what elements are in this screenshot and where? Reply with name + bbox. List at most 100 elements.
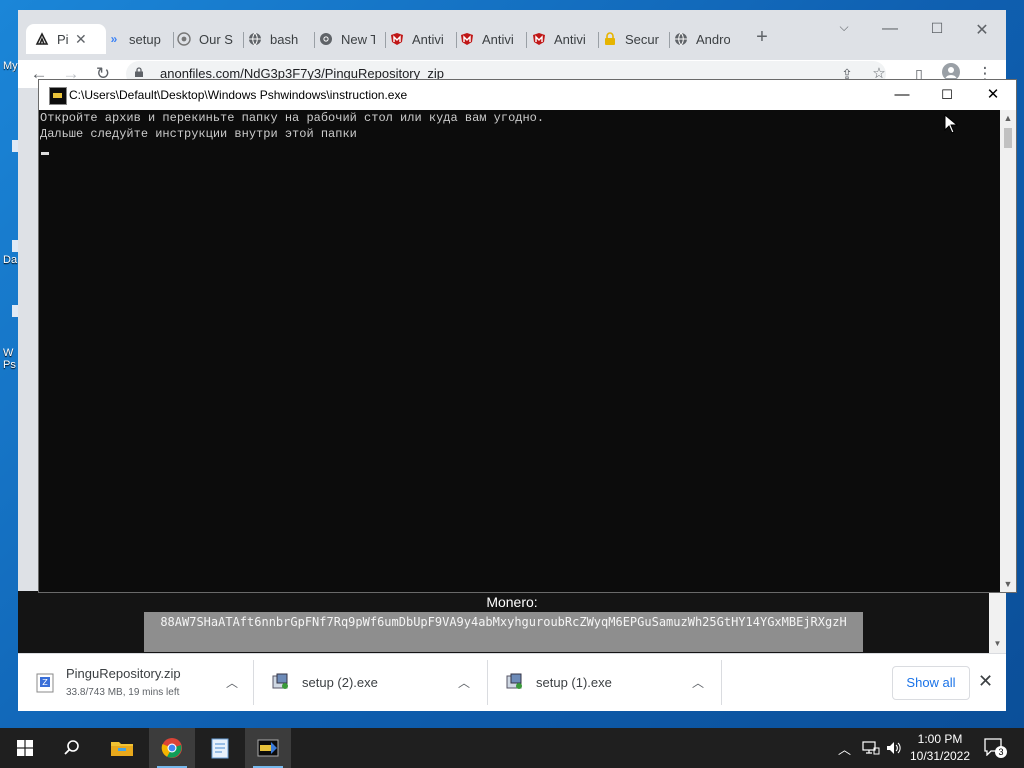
close-downloads-bar-icon[interactable]: ✕ bbox=[978, 671, 993, 692]
chevron-up-icon[interactable]: ︿ bbox=[692, 674, 704, 691]
console-title: C:\Users\Default\Desktop\Windows Pshwind… bbox=[69, 88, 408, 102]
desktop-icon-label: Da bbox=[3, 254, 18, 266]
mcafee-icon bbox=[389, 31, 405, 47]
tab-our-s[interactable]: Our S bbox=[176, 24, 244, 54]
notepad-icon[interactable] bbox=[197, 728, 243, 768]
windows-start-icon[interactable] bbox=[2, 728, 48, 768]
tab-search-icon[interactable]: ⌵ bbox=[824, 20, 864, 35]
console-app-icon bbox=[49, 87, 67, 105]
console-titlebar[interactable]: C:\Users\Default\Desktop\Windows Pshwind… bbox=[39, 80, 1016, 110]
installer-icon bbox=[270, 672, 292, 694]
taskbar: ︿ 1:00 PM 10/31/2022 3 bbox=[0, 728, 1024, 768]
tab-title: Secur bbox=[625, 31, 659, 47]
minimize-button[interactable]: — bbox=[870, 20, 910, 38]
page-scrollbar[interactable]: ▼ bbox=[989, 591, 1006, 653]
scroll-thumb[interactable] bbox=[1004, 128, 1012, 148]
console-minimize-button[interactable]: — bbox=[882, 84, 922, 106]
desktop-icon-this-pc[interactable]: My bbox=[0, 58, 18, 72]
monero-label: Monero: bbox=[486, 594, 538, 610]
tab-title: Our S bbox=[199, 31, 233, 47]
console-line: Откройте архив и перекиньте папку на раб… bbox=[40, 111, 545, 125]
desktop-icon-label: W Ps bbox=[3, 347, 16, 371]
tab-antivirus-3[interactable]: Antivi bbox=[531, 24, 599, 54]
tab-separator bbox=[385, 32, 386, 48]
file-explorer-icon[interactable] bbox=[99, 728, 145, 768]
show-hidden-icons-chevron-icon[interactable]: ︿ bbox=[838, 728, 851, 768]
divider bbox=[721, 660, 722, 705]
tab-title: bash bbox=[270, 31, 299, 47]
monero-address[interactable]: 88AW7SHaATAft6nnbrGpFNf7Rq9pWf6umDbUpF9V… bbox=[144, 612, 863, 652]
text-cursor bbox=[41, 152, 49, 155]
network-icon[interactable] bbox=[862, 728, 880, 768]
desktop-icon-windows-pshwindows[interactable]: W Ps bbox=[0, 305, 20, 371]
download-filename: setup (1).exe bbox=[536, 675, 612, 690]
scroll-down-arrow-icon[interactable]: ▼ bbox=[989, 639, 1006, 653]
download-filename: PinguRepository.zip bbox=[66, 666, 181, 681]
file-hosting-icon bbox=[34, 31, 50, 47]
tab-anonfiles[interactable]: Pi ✕ bbox=[26, 24, 106, 54]
search-icon[interactable] bbox=[49, 728, 95, 768]
console-cursor-line bbox=[39, 142, 999, 160]
installer-icon bbox=[504, 672, 526, 694]
volume-icon[interactable] bbox=[886, 728, 902, 768]
desktop-icon-data[interactable]: Da bbox=[0, 240, 20, 266]
download-item[interactable]: setup (2).exe ︿ bbox=[254, 654, 488, 711]
download-item[interactable]: setup (1).exe ︿ bbox=[488, 654, 722, 711]
mcafee-icon bbox=[459, 31, 475, 47]
tab-antivirus-1[interactable]: Antivi bbox=[389, 24, 457, 54]
close-button[interactable]: ✕ bbox=[962, 20, 1002, 40]
chrome-taskbar-icon[interactable] bbox=[149, 728, 195, 768]
scroll-up-arrow-icon[interactable]: ▲ bbox=[1000, 110, 1016, 126]
download-status: 33.8/743 MB, 19 mins left bbox=[66, 687, 180, 698]
mcafee-icon bbox=[531, 31, 547, 47]
close-tab-icon[interactable]: ✕ bbox=[75, 31, 87, 48]
lock-icon bbox=[135, 67, 143, 77]
globe-icon bbox=[673, 31, 689, 47]
console-maximize-button[interactable]: ☐ bbox=[927, 84, 967, 106]
console-window: C:\Users\Default\Desktop\Windows Pshwind… bbox=[38, 79, 1017, 593]
tab-security[interactable]: Secur bbox=[602, 24, 670, 54]
console-line: Дальше следуйте инструкции внутри этой п… bbox=[40, 127, 357, 141]
tab-title: Antivi bbox=[412, 31, 444, 47]
console-taskbar-icon[interactable] bbox=[245, 728, 291, 768]
tab-title: setup bbox=[129, 31, 161, 47]
clock-time: 1:00 PM bbox=[917, 732, 963, 746]
zip-file-icon: Z bbox=[34, 672, 56, 694]
maximize-button[interactable]: ☐ bbox=[917, 20, 957, 37]
tab-bash[interactable]: bash bbox=[247, 24, 315, 54]
tab-android[interactable]: Andro bbox=[673, 24, 735, 54]
console-close-button[interactable]: ✕ bbox=[973, 84, 1013, 106]
clock-date: 10/31/2022 bbox=[909, 749, 971, 763]
chevron-up-icon[interactable]: ︿ bbox=[458, 674, 470, 691]
tab-separator bbox=[456, 32, 457, 48]
tab-new-tab[interactable]: New T bbox=[318, 24, 386, 54]
chevron-up-icon[interactable]: ︿ bbox=[226, 674, 238, 691]
download-item[interactable]: Z PinguRepository.zip 33.8/743 MB, 19 mi… bbox=[18, 654, 254, 711]
show-all-button[interactable]: Show all bbox=[892, 666, 970, 700]
lock-icon bbox=[602, 31, 618, 47]
svg-text:Z: Z bbox=[42, 678, 48, 687]
console-scrollbar[interactable]: ▲ ▼ bbox=[1000, 110, 1016, 592]
chrome-icon bbox=[318, 31, 334, 47]
tab-separator bbox=[598, 32, 599, 48]
tab-title: Antivi bbox=[482, 31, 514, 47]
tab-antivirus-2[interactable]: Antivi bbox=[459, 24, 527, 54]
desktop-icon-label: My bbox=[3, 60, 18, 72]
web-page-content: Monero: 88AW7SHaATAft6nnbrGpFNf7Rq9pWf6u… bbox=[18, 591, 1006, 653]
vscode-icon: » bbox=[110, 32, 118, 46]
download-filename: setup (2).exe bbox=[302, 675, 378, 690]
new-tab-button[interactable]: + bbox=[751, 26, 773, 49]
tab-title: Andro bbox=[696, 31, 730, 47]
downloads-bar: Z PinguRepository.zip 33.8/743 MB, 19 mi… bbox=[18, 653, 1006, 711]
globe-icon bbox=[176, 31, 192, 47]
tab-separator bbox=[314, 32, 315, 48]
tab-separator bbox=[526, 32, 527, 48]
desktop-icon[interactable] bbox=[0, 140, 20, 152]
scroll-down-arrow-icon[interactable]: ▼ bbox=[1000, 576, 1016, 592]
notification-center-icon[interactable]: 3 bbox=[984, 738, 1007, 758]
system-clock[interactable]: 1:00 PM 10/31/2022 bbox=[905, 731, 975, 765]
console-output: Откройте архив и перекиньте папку на раб… bbox=[39, 110, 999, 592]
tab-setup[interactable]: » setup bbox=[106, 24, 174, 54]
tab-title: New T bbox=[341, 31, 375, 47]
mouse-cursor-icon bbox=[944, 114, 958, 134]
